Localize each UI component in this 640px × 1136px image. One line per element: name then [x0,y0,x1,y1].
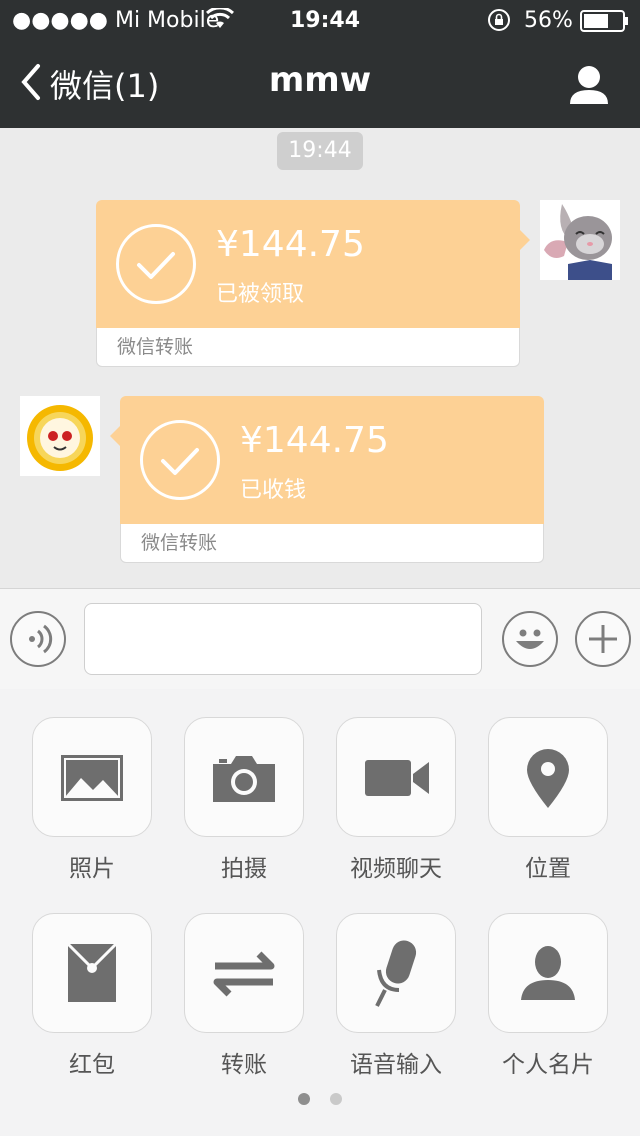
contact-card-label: 个人名片 [502,1052,594,1078]
plus-icon [577,625,629,669]
check-icon [116,224,196,304]
nav-bar: 微信(1) mmw [0,40,640,128]
video-icon [337,760,455,840]
voice-input-label: 语音输入 [350,1052,442,1078]
message-input[interactable] [84,603,482,675]
red-packet-button[interactable] [32,913,152,1033]
location-button[interactable] [488,717,608,837]
avatar-contact[interactable] [20,396,100,476]
voice-icon [12,624,64,669]
red-packet-icon [33,942,151,1036]
transfer-card: ¥144.75 已收钱 [110,396,544,524]
bubble-tail [110,426,120,446]
timestamp-chip: 19:44 [277,132,363,170]
contact-info-button[interactable] [566,62,612,108]
transfer-button[interactable] [184,913,304,1033]
transfer-status: 已被领取 [216,282,305,307]
feature-panel: 照片 拍摄 视频聊天 位置 红包 转账 语音输入 个人名片 [0,689,640,1136]
photo-icon [33,755,151,840]
back-label: 微信(1) [50,67,160,105]
transfer-footer-label: 微信转账 [141,532,218,554]
transfer-icon [185,951,303,1036]
bubble-tail [520,230,530,250]
video-chat-label: 视频聊天 [350,856,442,882]
transfer-status: 已收钱 [240,478,307,503]
camera-button[interactable] [184,717,304,837]
transfer-amount: ¥144.75 [240,420,389,461]
voice-input-button[interactable] [336,913,456,1033]
status-bar: ●●●●● Mi Mobile 19:44 56% [0,0,640,40]
emoji-button[interactable] [502,611,558,667]
status-time: 19:44 [290,8,361,33]
chat-area[interactable]: 19:44 ¥144.75 已被领取 微信转账 ¥144.75 已收钱 微信转账 [0,128,640,588]
transfer-card: ¥144.75 已被领取 [96,200,530,328]
person-icon [566,66,612,112]
red-packet-label: 红包 [69,1052,115,1078]
page-dot[interactable] [330,1093,342,1105]
voice-toggle-button[interactable] [10,611,66,667]
transfer-footer: 微信转账 [120,524,544,563]
battery-percent: 56% [524,8,573,33]
camera-label: 拍摄 [221,856,267,882]
back-button[interactable]: 微信(1) [18,60,159,108]
page-dot-active[interactable] [298,1093,310,1105]
contact-card-icon [489,946,607,1036]
transfer-message-sent[interactable]: ¥144.75 已被领取 微信转账 [96,200,530,368]
transfer-footer: 微信转账 [96,328,520,367]
battery-icon [580,10,630,38]
contact-card-button[interactable] [488,913,608,1033]
location-label: 位置 [525,856,571,882]
input-bar [0,588,640,690]
transfer-amount: ¥144.75 [216,224,365,265]
location-icon [489,749,607,840]
carrier-label: ●●●●● Mi Mobile [12,8,220,33]
transfer-footer-label: 微信转账 [117,336,194,358]
wifi-icon [205,6,235,36]
photo-label: 照片 [69,856,115,882]
more-button[interactable] [575,611,631,667]
microphone-icon [337,940,455,1036]
photo-button[interactable] [32,717,152,837]
video-chat-button[interactable] [336,717,456,837]
chat-title: mmw [268,60,372,100]
transfer-message-received[interactable]: ¥144.75 已收钱 微信转账 [110,396,544,564]
chevron-left-icon [18,62,42,106]
camera-icon [185,756,303,840]
check-icon [140,420,220,500]
smiley-icon [504,629,556,669]
avatar-self[interactable] [540,200,620,280]
rotation-lock-icon [487,8,511,38]
transfer-label: 转账 [221,1052,267,1078]
